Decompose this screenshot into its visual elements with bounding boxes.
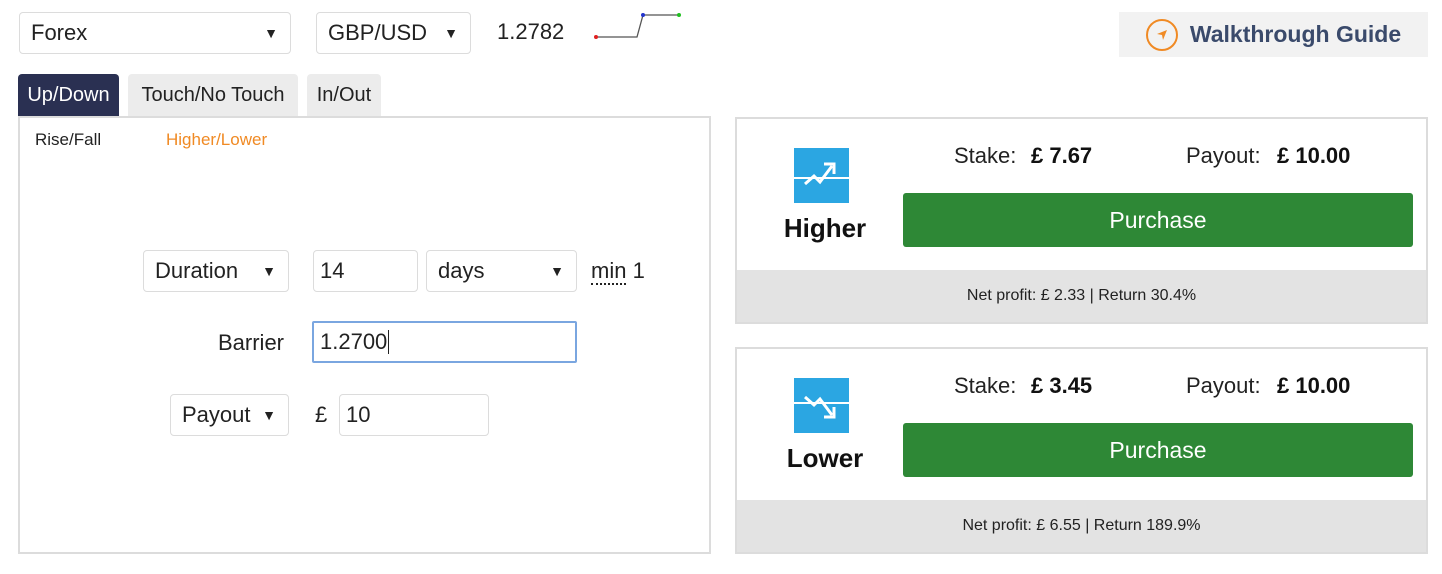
tab-touch-no-touch[interactable]: Touch/No Touch (128, 74, 298, 116)
stake-value: £ 3.45 (1031, 373, 1093, 398)
duration-amount-value: 14 (320, 258, 345, 283)
trend-down-icon (794, 378, 849, 433)
payout-label: Payout: (1186, 373, 1261, 398)
stake-value: £ 7.67 (1031, 143, 1093, 168)
walkthrough-guide-label: Walkthrough Guide (1189, 21, 1402, 47)
caret-down-icon: ▼ (444, 25, 458, 41)
payout-label: Payout: (1186, 143, 1261, 168)
amount-type-select[interactable]: Payout ▼ (170, 394, 289, 436)
net-profit-summary: Net profit: £ 6.55 | Return 189.9% (737, 500, 1426, 552)
currency-symbol: £ (315, 402, 328, 427)
market-select-value: Forex (31, 20, 88, 45)
caret-down-icon: ▼ (262, 407, 276, 423)
barrier-value: 1.2700 (320, 329, 388, 354)
min-value: 1 (632, 258, 645, 283)
amount-input[interactable]: 10 (339, 394, 489, 436)
duration-type-select[interactable]: Duration ▼ (143, 250, 289, 292)
duration-unit-select[interactable]: days ▼ (426, 250, 577, 292)
caret-down-icon: ▼ (264, 25, 278, 41)
subtab-higher-lower[interactable]: Higher/Lower (166, 130, 267, 150)
amount-type-value: Payout (182, 402, 251, 427)
purchase-lower-button[interactable]: Purchase (903, 423, 1413, 477)
min-abbreviation: min (591, 258, 627, 285)
contract-direction: Higher (783, 213, 867, 243)
duration-minimum: min 1 (591, 258, 645, 285)
contract-card-lower: Lower Stake: £ 3.45 Payout: £ 10.00 Purc… (735, 347, 1428, 554)
price-sparkline (594, 13, 681, 39)
amount-value: 10 (346, 402, 371, 427)
symbol-select[interactable]: GBP/USD ▼ (316, 12, 471, 54)
walkthrough-guide-button[interactable]: Walkthrough Guide (1119, 12, 1428, 57)
barrier-label: Barrier (218, 330, 285, 355)
caret-down-icon: ▼ (262, 263, 276, 279)
spot-price: 1.2782 (497, 19, 565, 44)
duration-amount-input[interactable]: 14 (313, 250, 418, 292)
duration-unit-value: days (438, 258, 485, 283)
payout-value: £ 10.00 (1277, 143, 1351, 168)
payout-value: £ 10.00 (1277, 373, 1351, 398)
net-profit-summary: Net profit: £ 2.33 | Return 30.4% (737, 270, 1426, 322)
barrier-input[interactable]: 1.2700 (312, 321, 577, 363)
purchase-higher-button[interactable]: Purchase (903, 193, 1413, 247)
tab-in-out[interactable]: In/Out (307, 74, 381, 116)
navigation-arrow-icon (1145, 18, 1178, 51)
caret-down-icon: ▼ (550, 263, 564, 279)
duration-type-value: Duration (155, 258, 239, 283)
contract-form-panel: Rise/Fall Higher/Lower Duration ▼ 14 day… (18, 116, 711, 554)
symbol-select-value: GBP/USD (328, 20, 428, 45)
contract-card-higher: Higher Stake: £ 7.67 Payout: £ 10.00 Pur… (735, 117, 1428, 324)
market-select[interactable]: Forex ▼ (19, 12, 291, 54)
text-cursor (388, 330, 390, 354)
contract-direction: Lower (786, 443, 864, 473)
tab-up-down[interactable]: Up/Down (18, 74, 119, 116)
stake-label: Stake: (954, 143, 1017, 168)
trend-up-icon (794, 148, 849, 203)
stake-label: Stake: (954, 373, 1017, 398)
subtab-rise-fall[interactable]: Rise/Fall (35, 130, 101, 150)
